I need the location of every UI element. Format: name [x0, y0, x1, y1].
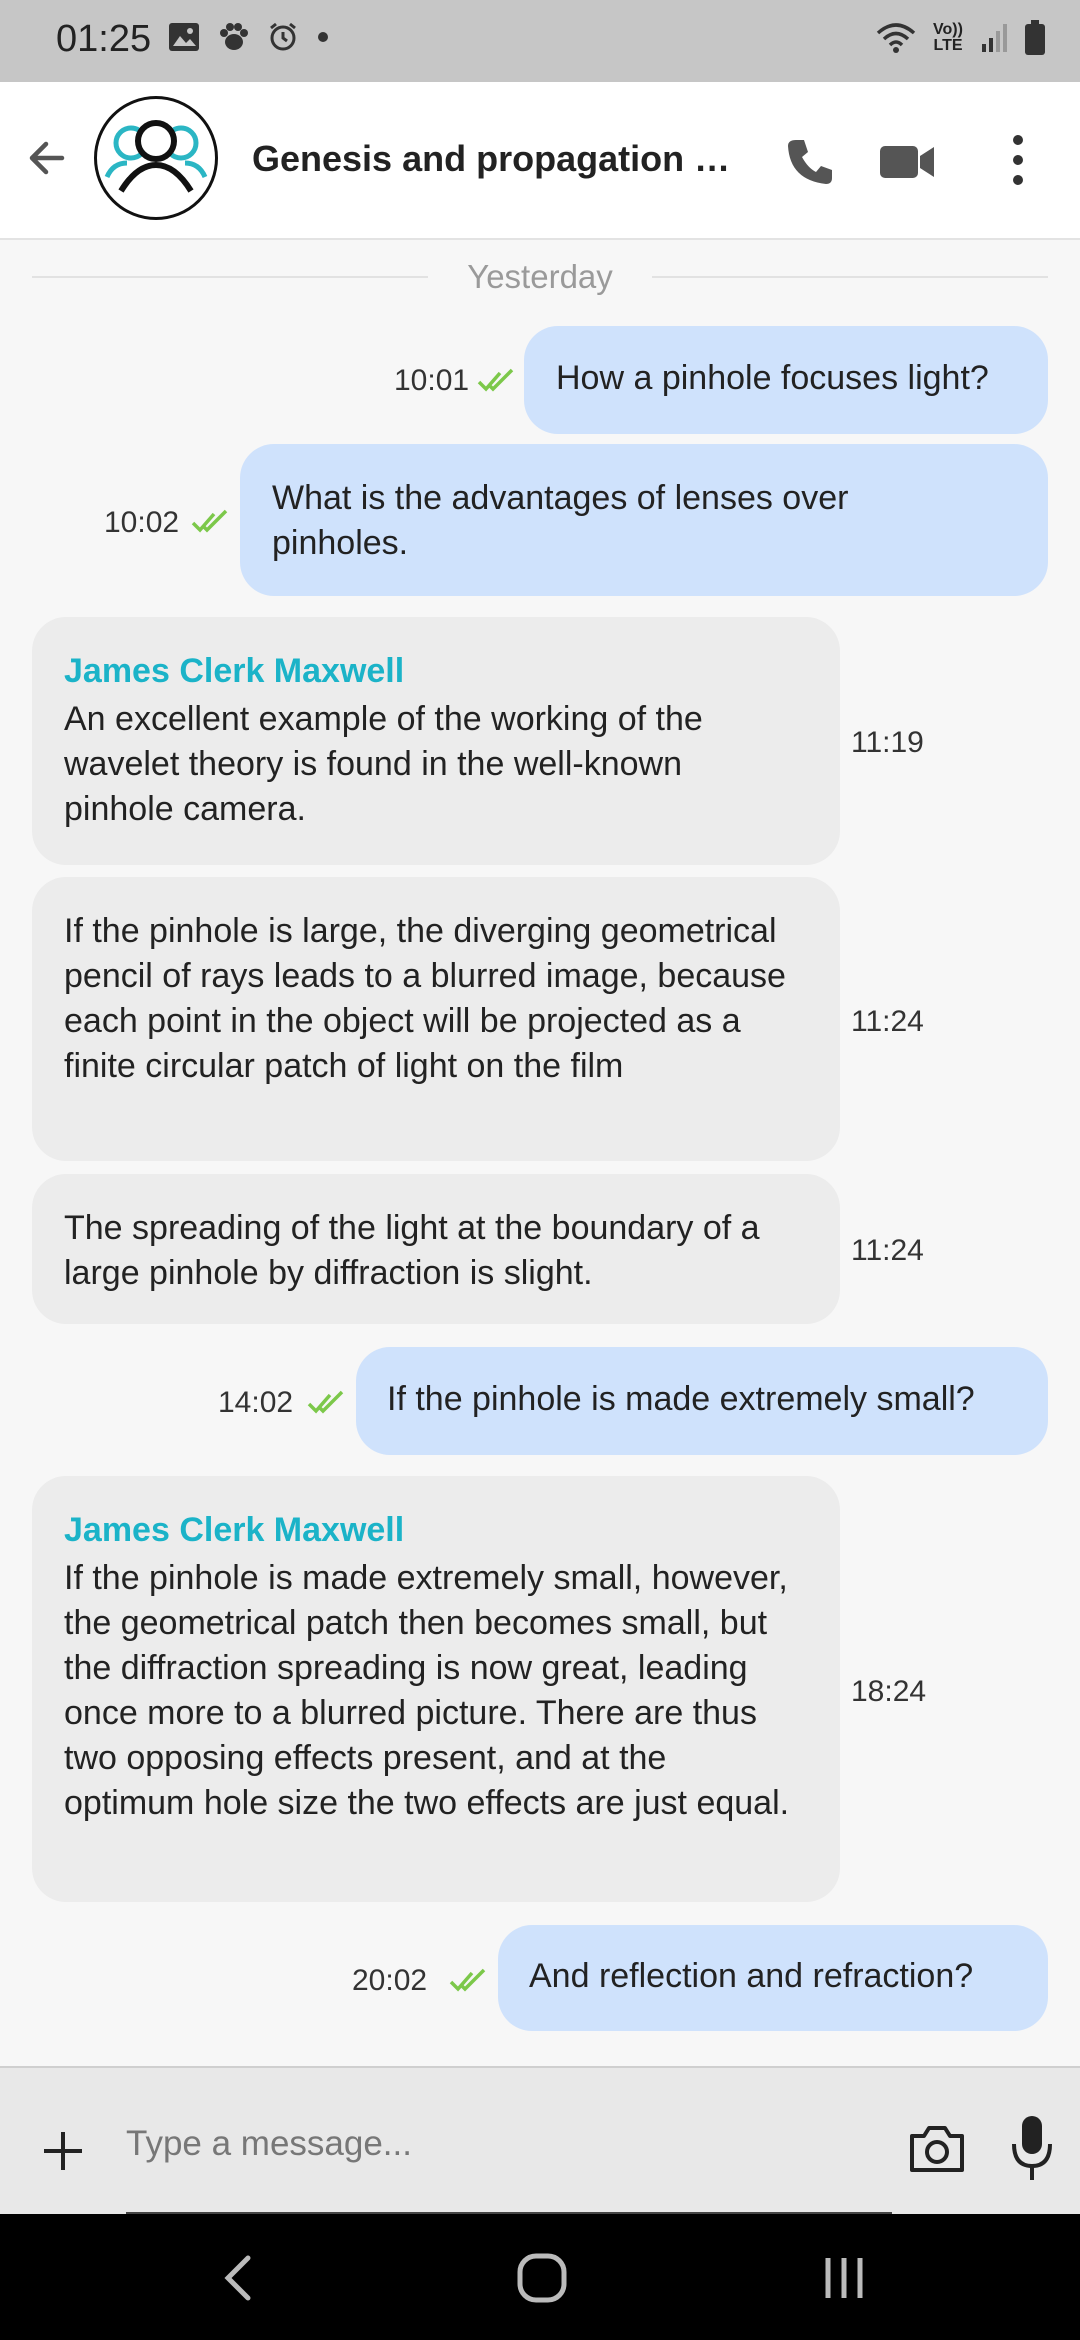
video-call-button[interactable] — [878, 138, 938, 186]
nav-home-icon — [517, 2253, 567, 2303]
group-avatar[interactable] — [94, 96, 218, 220]
read-check-icon — [477, 368, 514, 392]
paw-icon — [220, 23, 248, 50]
message-text: What is the advantages of lenses over pi… — [272, 479, 849, 562]
message-text: And reflection and refraction? — [529, 1957, 974, 1995]
message-composer — [0, 2066, 1080, 2216]
image-icon — [169, 23, 199, 51]
incoming-message-bubble[interactable]: The spreading of the light at the bounda… — [32, 1174, 840, 1324]
status-time: 01:25 — [56, 18, 152, 60]
read-check-icon — [191, 509, 228, 533]
microphone-icon — [1012, 2116, 1052, 2180]
wifi-icon — [876, 23, 916, 53]
nav-home-button[interactable] — [512, 2250, 572, 2306]
video-camera-icon — [880, 146, 934, 178]
outgoing-message-bubble[interactable]: How a pinhole focuses light? — [524, 326, 1048, 434]
message-time: 11:24 — [851, 1005, 924, 1038]
microphone-button[interactable] — [1008, 2112, 1056, 2184]
battery-icon — [1025, 20, 1045, 55]
alarm-icon — [270, 22, 296, 51]
message-time: 18:24 — [851, 1675, 927, 1708]
date-divider: Yesterday — [440, 258, 640, 296]
message-time: 11:24 — [851, 1234, 924, 1267]
message-text: If the pinhole is made extremely small? — [387, 1380, 975, 1418]
nav-back-button[interactable] — [210, 2250, 270, 2306]
read-check-icon — [449, 1968, 486, 1992]
divider-line-left — [32, 276, 428, 278]
nav-back-icon — [224, 2255, 251, 2301]
message-input[interactable] — [126, 2112, 886, 2176]
system-status-icons: Vo)) LTE — [876, 20, 1046, 56]
more-options-button[interactable] — [1000, 130, 1036, 190]
camera-button[interactable] — [906, 2118, 968, 2180]
more-vert-icon — [1013, 135, 1023, 185]
message-text: If the pinhole is large, the diverging g… — [64, 912, 786, 1085]
sender-name: James Clerk Maxwell — [64, 1511, 405, 1549]
attach-button[interactable] — [40, 2128, 86, 2174]
status-bar: 01:25 Vo)) LTE — [0, 0, 1080, 82]
outgoing-message-bubble[interactable]: If the pinhole is made extremely small? — [356, 1347, 1048, 1455]
back-arrow-icon — [29, 141, 65, 175]
group-avatar-icon — [104, 120, 208, 193]
signal-icon — [982, 24, 1007, 52]
incoming-message-bubble[interactable]: If the pinhole is large, the diverging g… — [32, 877, 840, 1161]
voice-call-button[interactable] — [782, 134, 838, 190]
chat-title[interactable]: Genesis and propagation of ... — [252, 138, 752, 180]
message-time: 10:01 — [394, 364, 470, 397]
camera-icon — [910, 2126, 964, 2172]
message-text: How a pinhole focuses light? — [556, 359, 989, 397]
read-check-icon — [307, 1390, 344, 1414]
message-time: 14:02 — [218, 1386, 294, 1419]
incoming-message-bubble[interactable]: James Clerk Maxwell An excellent example… — [32, 617, 840, 865]
message-text: The spreading of the light at the bounda… — [64, 1209, 760, 1292]
divider-line-right — [652, 276, 1048, 278]
outgoing-message-bubble[interactable]: And reflection and refraction? — [498, 1925, 1048, 2031]
sender-name: James Clerk Maxwell — [64, 652, 405, 690]
nav-recents-icon — [825, 2258, 863, 2298]
outgoing-message-bubble[interactable]: What is the advantages of lenses over pi… — [240, 444, 1048, 596]
plus-icon — [44, 2132, 82, 2170]
message-time: 20:02 — [352, 1964, 428, 1997]
dot-icon — [318, 32, 328, 42]
message-time: 10:02 — [104, 506, 180, 539]
network-label: Vo)) LTE — [933, 21, 963, 54]
message-text: If the pinhole is made extremely small, … — [64, 1559, 790, 1822]
phone-icon — [788, 140, 832, 184]
chat-app-bar: Genesis and propagation of ... — [0, 82, 1080, 240]
message-time: 11:19 — [851, 726, 924, 759]
incoming-message-bubble[interactable]: James Clerk Maxwell If the pinhole is ma… — [32, 1476, 840, 1902]
nav-recents-button[interactable] — [814, 2250, 874, 2306]
back-button[interactable] — [22, 132, 74, 184]
network-type-label: Vo)) LTE — [930, 22, 966, 54]
message-text: An excellent example of the working of t… — [64, 700, 703, 828]
system-navigation-bar — [0, 2214, 1080, 2340]
notification-icons — [168, 22, 330, 52]
